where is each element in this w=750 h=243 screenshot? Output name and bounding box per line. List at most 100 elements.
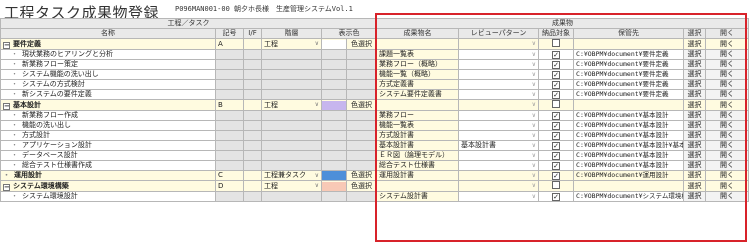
if-cell[interactable] xyxy=(243,99,262,111)
open-button[interactable]: 開く xyxy=(705,89,750,100)
storage-path-cell[interactable]: C:¥OBPM¥document¥要件定義 xyxy=(573,59,685,70)
color-select-button[interactable] xyxy=(345,69,378,80)
deliverable-name-cell[interactable]: 業務フロー（概略） xyxy=(376,59,460,70)
task-name-cell[interactable]: ・新業務フロー作成 xyxy=(0,110,216,121)
nohin-checkbox[interactable]: ✓ xyxy=(552,152,561,160)
level-select[interactable] xyxy=(261,49,322,60)
collapse-icon[interactable]: − xyxy=(3,41,10,49)
select-button[interactable]: 選択 xyxy=(683,191,707,202)
review-pattern-select[interactable]: ∨ xyxy=(458,38,540,50)
kigo-cell[interactable] xyxy=(215,150,244,161)
kigo-cell[interactable]: A xyxy=(215,38,244,50)
open-button[interactable]: 開く xyxy=(705,69,750,80)
nohin-checkbox[interactable]: ✓ xyxy=(552,122,561,130)
storage-path-cell[interactable]: C:¥OBPM¥document¥要件定義 xyxy=(573,89,685,100)
nohin-checkbox-cell[interactable] xyxy=(538,180,575,192)
table-row[interactable]: − システム環境構築 D 工程 ∨ 色選択 ∨ 選択 開く xyxy=(0,180,750,192)
level-select[interactable] xyxy=(261,140,322,151)
open-button[interactable]: 開く xyxy=(705,170,750,181)
nohin-checkbox[interactable]: ✓ xyxy=(552,112,561,120)
storage-path-cell[interactable]: C:¥OBPM¥document¥基本設計 xyxy=(573,130,685,141)
nohin-checkbox-cell[interactable] xyxy=(538,99,575,111)
open-button[interactable]: 開く xyxy=(705,180,750,192)
if-cell[interactable] xyxy=(243,79,262,90)
level-select[interactable] xyxy=(261,191,322,202)
task-name-cell[interactable]: − システム環境構築 xyxy=(0,180,216,192)
storage-path-cell[interactable]: C:¥OBPM¥document¥要件定義 xyxy=(573,69,685,80)
open-button[interactable]: 開く xyxy=(705,79,750,90)
nohin-checkbox[interactable] xyxy=(552,181,561,189)
nohin-checkbox[interactable]: ✓ xyxy=(552,51,561,59)
deliverable-name-cell[interactable]: ＥＲ図（論理モデル） xyxy=(376,150,460,161)
task-name-cell[interactable]: − 基本設計 xyxy=(0,99,216,111)
nohin-checkbox[interactable] xyxy=(552,39,561,47)
open-button[interactable]: 開く xyxy=(705,99,750,111)
kigo-cell[interactable]: D xyxy=(215,180,244,192)
color-select-button[interactable] xyxy=(345,110,378,121)
level-select[interactable]: 工程 ∨ xyxy=(261,180,322,192)
deliverable-name-cell[interactable]: 運用設計書 xyxy=(376,170,460,181)
select-button[interactable]: 選択 xyxy=(683,180,707,192)
color-select-button[interactable] xyxy=(345,120,378,131)
kigo-cell[interactable] xyxy=(215,160,244,171)
color-select-button[interactable] xyxy=(345,191,378,202)
review-pattern-select[interactable]: ∨ xyxy=(458,160,540,171)
table-row[interactable]: ・アプリケーション設計 基本設計書 基本設計書 ∨ ✓ C:¥OBPM¥docum… xyxy=(0,140,750,151)
level-select[interactable]: 工程 ∨ xyxy=(261,99,322,111)
nohin-checkbox[interactable]: ✓ xyxy=(552,172,561,180)
kigo-cell[interactable] xyxy=(215,59,244,70)
table-row[interactable]: − 要件定義 A 工程 ∨ 色選択 ∨ 選択 開く xyxy=(0,38,750,50)
level-select[interactable] xyxy=(261,89,322,100)
if-cell[interactable] xyxy=(243,89,262,100)
kigo-cell[interactable] xyxy=(215,79,244,90)
deliverable-name-cell[interactable]: 機能一覧表 xyxy=(376,120,460,131)
deliverable-name-cell[interactable]: 方式定義書 xyxy=(376,79,460,90)
select-button[interactable]: 選択 xyxy=(683,120,707,131)
select-button[interactable]: 選択 xyxy=(683,38,707,50)
review-pattern-select[interactable]: ∨ xyxy=(458,120,540,131)
select-button[interactable]: 選択 xyxy=(683,140,707,151)
kigo-cell[interactable] xyxy=(215,130,244,141)
table-row[interactable]: − 基本設計 B 工程 ∨ 色選択 ∨ 選択 開く xyxy=(0,99,750,111)
deliverable-name-cell[interactable]: システム要件定義書 xyxy=(376,89,460,100)
nohin-checkbox-cell[interactable] xyxy=(538,38,575,50)
nohin-checkbox-cell[interactable]: ✓ xyxy=(538,49,575,60)
task-name-cell[interactable]: ・アプリケーション設計 xyxy=(0,140,216,151)
level-select[interactable] xyxy=(261,160,322,171)
if-cell[interactable] xyxy=(243,110,262,121)
storage-path-cell[interactable]: C:¥OBPM¥document¥基本設計 xyxy=(573,110,685,121)
table-row[interactable]: ・システム環境設計 システム設計書 ∨ ✓ C:¥OBPM¥document¥シ… xyxy=(0,191,750,202)
nohin-checkbox[interactable]: ✓ xyxy=(552,162,561,170)
nohin-checkbox-cell[interactable]: ✓ xyxy=(538,79,575,90)
review-pattern-select[interactable]: ∨ xyxy=(458,59,540,70)
task-name-cell[interactable]: − 要件定義 xyxy=(0,38,216,50)
table-row[interactable]: ・総合テスト仕様書作成 総合テスト仕様書 ∨ ✓ C:¥OBPM¥documen… xyxy=(0,160,750,171)
table-row[interactable]: ・新業務フロー作成 業務フロー ∨ ✓ C:¥OBPM¥document¥基本設… xyxy=(0,110,750,121)
storage-path-cell[interactable]: C:¥OBPM¥document¥基本設計 xyxy=(573,160,685,171)
if-cell[interactable] xyxy=(243,191,262,202)
review-pattern-select[interactable]: ∨ xyxy=(458,79,540,90)
nohin-checkbox[interactable]: ✓ xyxy=(552,193,561,201)
deliverable-name-cell[interactable]: 機能一覧（概略） xyxy=(376,69,460,80)
color-select-button[interactable]: 色選択 xyxy=(345,180,378,192)
kigo-cell[interactable] xyxy=(215,110,244,121)
task-name-cell[interactable]: ・システムの方式検討 xyxy=(0,79,216,90)
open-button[interactable]: 開く xyxy=(705,191,750,202)
task-name-cell[interactable]: ・方式設計 xyxy=(0,130,216,141)
open-button[interactable]: 開く xyxy=(705,160,750,171)
select-button[interactable]: 選択 xyxy=(683,170,707,181)
if-cell[interactable] xyxy=(243,150,262,161)
select-button[interactable]: 選択 xyxy=(683,79,707,90)
select-button[interactable]: 選択 xyxy=(683,160,707,171)
if-cell[interactable] xyxy=(243,180,262,192)
review-pattern-select[interactable]: ∨ xyxy=(458,191,540,202)
select-button[interactable]: 選択 xyxy=(683,89,707,100)
kigo-cell[interactable]: C xyxy=(215,170,244,181)
table-row[interactable]: ・現状業務のヒアリングと分析 課題一覧表 ∨ ✓ C:¥OBPM¥documen… xyxy=(0,49,750,60)
color-select-button[interactable] xyxy=(345,140,378,151)
color-select-button[interactable]: 色選択 xyxy=(345,99,378,111)
review-pattern-select[interactable]: ∨ xyxy=(458,180,540,192)
task-name-cell[interactable]: ・総合テスト仕様書作成 xyxy=(0,160,216,171)
nohin-checkbox[interactable]: ✓ xyxy=(552,71,561,79)
storage-path-cell[interactable]: C:¥OBPM¥document¥基本設計¥基本設計 xyxy=(573,140,685,151)
